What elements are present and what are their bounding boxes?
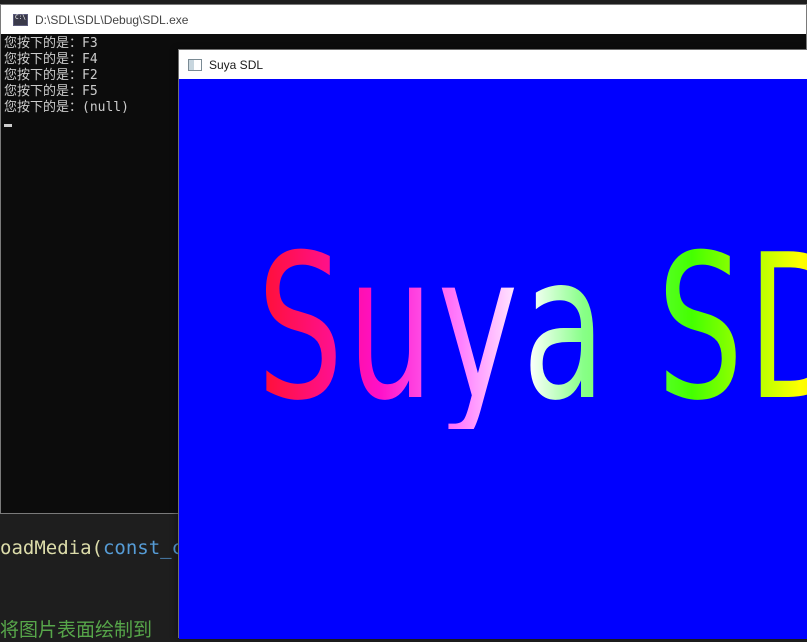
code-function-token: oadMedia(	[0, 537, 103, 559]
code-line-loadmedia[interactable]: oadMedia(const_ca	[0, 537, 194, 559]
sdl-window-title: Suya SDL	[209, 57, 264, 72]
sdl-window[interactable]: Suya SDL Suya SDL	[178, 49, 807, 639]
console-output[interactable]: 您按下的是：F3 您按下的是：F4 您按下的是：F2 您按下的是：F5 您按下的…	[4, 36, 129, 132]
console-cursor	[4, 124, 12, 127]
window-app-icon	[188, 58, 202, 71]
console-titlebar[interactable]: D:\SDL\SDL\Debug\SDL.exe	[1, 5, 806, 34]
console-app-icon	[13, 13, 28, 26]
console-cursor-line	[4, 116, 129, 132]
console-output-line: 您按下的是：(null)	[4, 100, 129, 115]
sdl-titlebar[interactable]: Suya SDL	[179, 50, 807, 79]
console-output-line: 您按下的是：F2	[4, 68, 98, 83]
rendered-gradient-text: Suya SDL	[257, 229, 807, 429]
console-output-line: 您按下的是：F3	[4, 36, 98, 51]
console-output-line: 您按下的是：F5	[4, 84, 98, 99]
console-output-line: 您按下的是：F4	[4, 52, 98, 67]
sdl-render-canvas[interactable]: Suya SDL	[179, 79, 807, 639]
console-window-title: D:\SDL\SDL\Debug\SDL.exe	[35, 12, 189, 27]
